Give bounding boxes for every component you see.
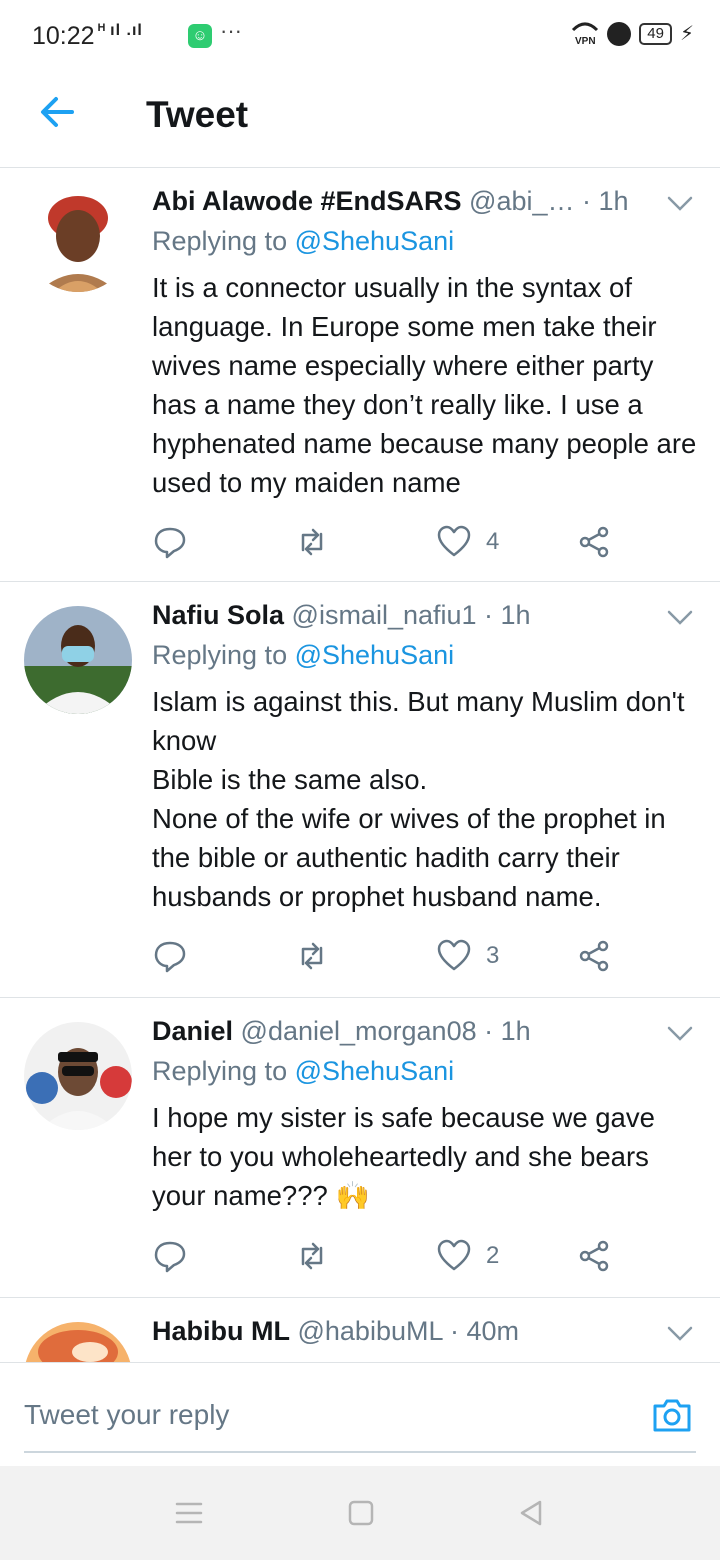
replying-to: Replying to @ShehuSani [152,1056,454,1087]
composer-underline [24,1451,696,1453]
chevron-down-icon[interactable] [666,1324,694,1344]
share-icon [579,940,609,972]
retweet-button[interactable] [294,936,330,976]
author-handle-time: @ismail_nafiu1 · 1h [284,600,531,630]
avatar-image-nafiu [24,606,132,714]
status-bar: 10:22 ᴴ ıl .ıl ☺ ··· VPN 49 ⚡ [0,0,720,72]
mention-link[interactable]: @ShehuSani [295,1056,455,1086]
menu-icon[interactable] [174,1498,204,1528]
reply-input[interactable] [24,1391,624,1439]
avatar-image-abi [24,184,132,292]
reply-button[interactable] [152,936,188,976]
chevron-down-icon[interactable] [666,608,694,628]
like-count: 3 [486,942,500,969]
vpn-icon: VPN [571,20,599,47]
tweet-text: It is a connector usually in the syntax … [152,272,697,498]
share-icon [579,1240,609,1272]
retweet-button[interactable] [294,1236,330,1276]
tweet-header: Daniel @daniel_morgan08 · 1h [152,1016,531,1047]
tweet-item[interactable]: Habibu ML @habibuML · 40m [0,1298,720,1362]
replies-feed[interactable]: Abi Alawode #EndSARS @abi_… · 1h Replyin… [0,168,720,1362]
replying-to: Replying to @ShehuSani [152,226,454,257]
vpn-label: VPN [574,36,596,47]
page-title: Tweet [146,94,249,135]
like-count: 4 [486,528,500,555]
status-right-group: VPN 49 ⚡ [571,20,694,47]
tweet-actions: 4 [152,522,622,562]
tweet-text: Islam is against this. But many Muslim d… [152,686,685,912]
header: Tweet [0,72,720,168]
chevron-down-icon[interactable] [666,1024,694,1044]
arrow-left-icon [41,97,74,127]
retweet-button[interactable] [294,522,330,562]
charging-icon: ⚡ [679,23,694,45]
author-handle-time: @abi_… · 1h [461,186,629,216]
author-handle-time: @daniel_morgan08 · 1h [233,1016,531,1046]
heart-icon [437,1239,471,1271]
retweet-icon [301,942,323,970]
reply-icon [154,527,186,559]
tweet-header: Abi Alawode #EndSARS @abi_… · 1h [152,186,629,217]
heart-icon [437,525,471,557]
tweet-item[interactable]: Nafiu Sola @ismail_nafiu1 · 1h Replying … [0,582,720,998]
vpn-wifi-shape [572,22,599,32]
share-button[interactable] [576,1236,612,1276]
tweet-actions: 3 [152,936,622,976]
tweet-actions: 2 [152,1236,622,1276]
replying-to: Replying to @ShehuSani [152,640,454,671]
alarm-icon [607,21,632,46]
author-name[interactable]: Nafiu Sola [152,600,284,630]
reply-composer [0,1362,720,1466]
camera-icon [653,1399,691,1432]
camera-button[interactable] [650,1393,694,1437]
replying-to-label: Replying to [152,1056,295,1086]
like-button[interactable]: 3 [436,936,499,976]
share-button[interactable] [576,936,612,976]
avatar[interactable] [24,606,132,714]
system-nav-bar [0,1466,720,1560]
mention-link[interactable]: @ShehuSani [295,640,455,670]
avatar[interactable] [24,1022,132,1130]
retweet-icon [301,528,323,556]
like-count: 2 [486,1242,500,1269]
avatar-image-habibu [24,1322,132,1362]
tweet-header: Habibu ML @habibuML · 40m [152,1316,519,1347]
author-name[interactable]: Abi Alawode #EndSARS [152,186,462,216]
signal-icon: ᴴ ıl .ıl [98,22,143,39]
back-nav-icon[interactable] [516,1498,546,1528]
replying-to-label: Replying to [152,226,295,256]
mention-link[interactable]: @ShehuSani [295,226,455,256]
tweet-item[interactable]: Abi Alawode #EndSARS @abi_… · 1h Replyin… [0,168,720,582]
share-button[interactable] [576,522,612,562]
more-notifications-icon: ··· [220,18,242,43]
reply-button[interactable] [152,522,188,562]
author-name[interactable]: Daniel [152,1016,233,1046]
avatar-image-daniel [24,1022,132,1130]
chevron-down-icon[interactable] [666,194,694,214]
battery-indicator: 49 [639,22,672,45]
share-icon [579,526,609,558]
reply-button[interactable] [152,1236,188,1276]
tweet-header: Nafiu Sola @ismail_nafiu1 · 1h [152,600,531,631]
author-name[interactable]: Habibu ML [152,1316,290,1346]
status-time: 10:22 [32,22,95,50]
home-icon[interactable] [346,1498,376,1528]
tweet-item[interactable]: Daniel @daniel_morgan08 · 1h Replying to… [0,998,720,1298]
author-handle-time: @habibuML · 40m [289,1316,519,1346]
heart-icon [437,939,471,971]
like-button[interactable]: 2 [436,1236,499,1276]
replying-to-label: Replying to [152,640,295,670]
app-notification-icon: ☺ [188,24,212,48]
avatar[interactable] [24,184,132,292]
tweet-text: I hope my sister is safe because we gave… [152,1102,655,1211]
avatar[interactable] [24,1322,132,1362]
back-button[interactable] [36,90,80,134]
retweet-icon [301,1242,323,1270]
reply-icon [154,1241,186,1273]
like-button[interactable]: 4 [436,522,499,562]
reply-icon [154,941,186,973]
